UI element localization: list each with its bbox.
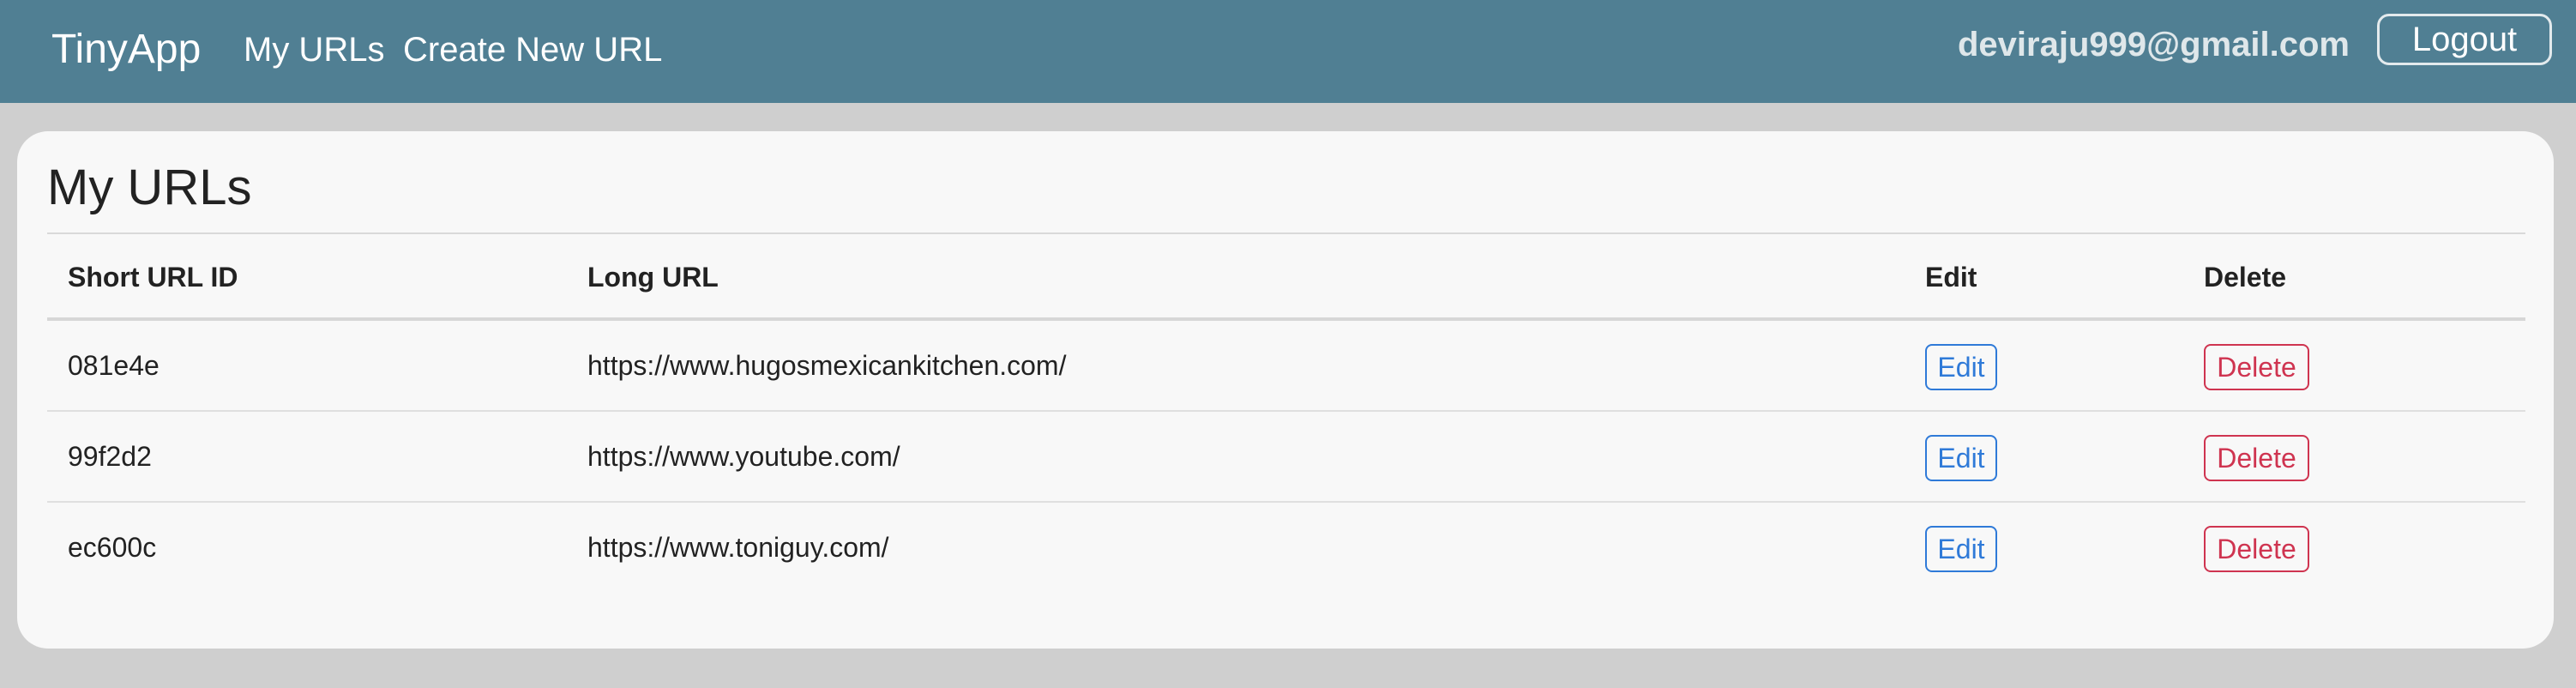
user-email: deviraju999@gmail.com bbox=[1958, 26, 2350, 63]
page-title: My URLs bbox=[47, 160, 252, 215]
column-header-short-url-id: Short URL ID bbox=[68, 262, 238, 293]
edit-button[interactable]: Edit bbox=[1925, 344, 1997, 390]
nav-create-new-url[interactable]: Create New URL bbox=[403, 27, 662, 72]
long-url: https://www.youtube.com/ bbox=[587, 441, 900, 472]
delete-button[interactable]: Delete bbox=[2204, 526, 2309, 572]
table-row: 99f2d2 https://www.youtube.com/ Edit Del… bbox=[47, 412, 2525, 503]
logout-button[interactable]: Logout bbox=[2377, 14, 2552, 65]
table-row: 081e4e https://www.hugosmexicankitchen.c… bbox=[47, 321, 2525, 412]
short-url-id: 99f2d2 bbox=[68, 441, 152, 472]
delete-button[interactable]: Delete bbox=[2204, 435, 2309, 481]
top-navbar: TinyApp My URLs Create New URL deviraju9… bbox=[0, 0, 2576, 103]
edit-button[interactable]: Edit bbox=[1925, 435, 1997, 481]
brand-link[interactable]: TinyApp bbox=[51, 24, 201, 75]
urls-panel: My URLs Short URL ID Long URL Edit Delet… bbox=[17, 131, 2554, 649]
short-url-id: ec600c bbox=[68, 532, 157, 563]
delete-button[interactable]: Delete bbox=[2204, 344, 2309, 390]
column-header-long-url: Long URL bbox=[587, 262, 719, 293]
nav-my-urls[interactable]: My URLs bbox=[244, 27, 384, 72]
column-header-delete: Delete bbox=[2204, 262, 2287, 293]
long-url: https://www.toniguy.com/ bbox=[587, 532, 889, 563]
short-url-id: 081e4e bbox=[68, 350, 159, 381]
urls-table: Short URL ID Long URL Edit Delete 081e4e… bbox=[47, 232, 2525, 594]
column-header-edit: Edit bbox=[1925, 262, 1977, 293]
long-url: https://www.hugosmexicankitchen.com/ bbox=[587, 350, 1067, 381]
table-row: ec600c https://www.toniguy.com/ Edit Del… bbox=[47, 503, 2525, 594]
edit-button[interactable]: Edit bbox=[1925, 526, 1997, 572]
table-header-row: Short URL ID Long URL Edit Delete bbox=[47, 234, 2525, 321]
